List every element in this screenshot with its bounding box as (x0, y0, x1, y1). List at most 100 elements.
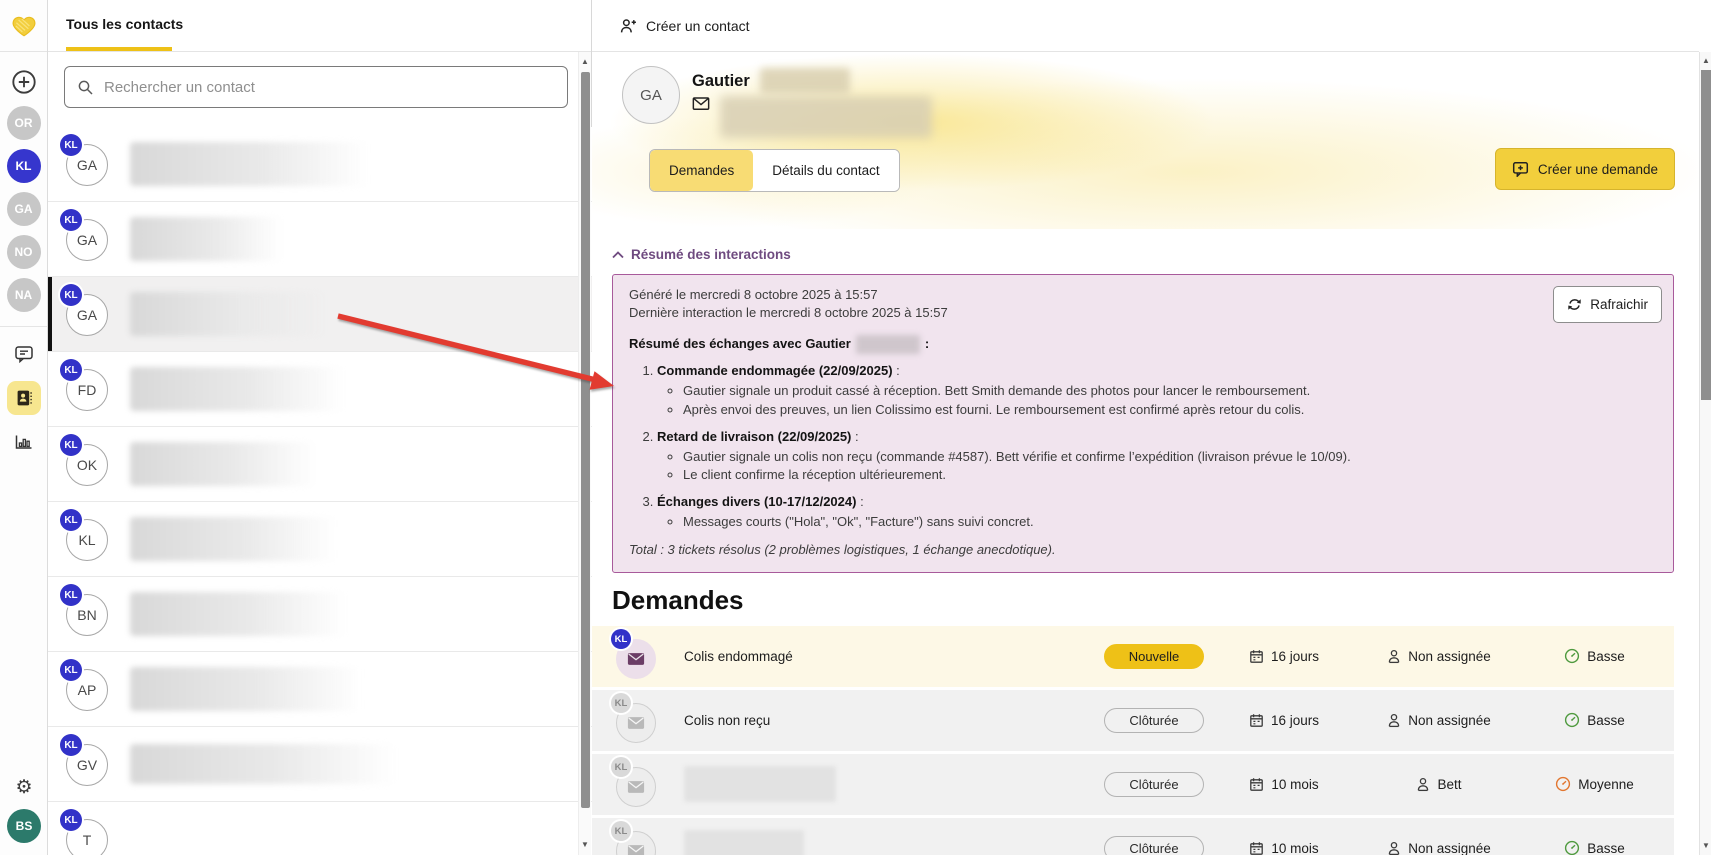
rail-tools (0, 337, 47, 459)
contact-avatar: GA KL (64, 140, 112, 188)
app-logo[interactable] (0, 0, 47, 52)
redacted-contact-name (130, 667, 362, 711)
workspace-avatar[interactable]: NO (7, 235, 41, 269)
left-rail: OR KL GA NO NA (0, 0, 48, 855)
redacted-contact-name (130, 442, 316, 486)
chat-bubble-icon (14, 345, 34, 363)
summary-bullet-list: Gautier signale un produit cassé à récep… (657, 382, 1657, 420)
bar-chart-icon (14, 433, 34, 451)
summary-item: Échanges divers (10-17/12/2024) : Messag… (657, 493, 1657, 532)
priority-gauge-icon (1555, 776, 1571, 792)
request-title (684, 766, 1089, 802)
summary-item-list: Commande endommagée (22/09/2025) : Gauti… (629, 362, 1657, 532)
person-icon (1416, 777, 1430, 792)
contact-avatar: T KL (64, 815, 112, 855)
request-assignee-cell: Non assignée (1349, 649, 1529, 664)
tab-all-contacts[interactable]: Tous les contacts (66, 16, 183, 32)
add-workspace-button[interactable] (10, 68, 38, 96)
contact-search-box (64, 66, 568, 108)
owner-badge: KL (60, 659, 82, 681)
request-assignee: Non assignée (1408, 841, 1491, 855)
scroll-up-arrow[interactable]: ▲ (1700, 56, 1711, 66)
request-age: 16 jours (1271, 713, 1319, 728)
summary-generated-at: Généré le mercredi 8 octobre 2025 à 15:5… (629, 286, 1657, 305)
contact-list-item[interactable]: OK KL (48, 427, 626, 502)
contact-avatar: GA KL (64, 290, 112, 338)
request-row[interactable]: KL Clôturée (592, 754, 1674, 815)
scrollbar-thumb[interactable] (581, 72, 590, 808)
priority-gauge-icon (1564, 840, 1580, 855)
workspace-avatar[interactable]: OR (7, 106, 41, 140)
redacted-contact-name (130, 517, 336, 561)
summary-bullet: Gautier signale un produit cassé à récep… (683, 382, 1657, 401)
contact-list-item[interactable]: GA KL (48, 127, 626, 202)
redacted-email (720, 96, 932, 138)
contact-detail-tabs: Demandes Détails du contact (649, 149, 900, 192)
owner-badge: KL (60, 809, 82, 831)
summary-heading-colon: : (925, 335, 929, 354)
rail-divider (0, 326, 47, 327)
request-priority: Moyenne (1578, 777, 1634, 792)
contact-avatar: OK KL (64, 440, 112, 488)
window-scrollbar[interactable]: ▲ ▼ (1699, 52, 1711, 855)
settings-gear-icon[interactable]: ⚙ (15, 778, 32, 797)
workspace-avatar[interactable]: NA (7, 278, 41, 312)
conversations-nav-button[interactable] (7, 337, 41, 371)
owner-badge: KL (60, 584, 82, 606)
contact-email-row (692, 96, 932, 138)
person-icon (1387, 713, 1401, 728)
refresh-button[interactable]: Rafraichir (1553, 286, 1662, 324)
scroll-down-arrow[interactable]: ▼ (579, 840, 591, 850)
create-contact-button[interactable]: Créer un contact (646, 18, 750, 34)
contact-list-item[interactable]: GA KL (48, 277, 626, 352)
owner-badge: KL (60, 284, 82, 306)
summary-bullet: Gautier signale un colis non reçu (comma… (683, 448, 1657, 467)
request-channel-avatar: KL (614, 633, 660, 679)
scroll-down-arrow[interactable]: ▼ (1700, 841, 1711, 851)
summary-item-colon: : (851, 429, 858, 444)
tab-contact-details[interactable]: Détails du contact (753, 150, 898, 191)
request-row[interactable]: KL Colis non reçu Clôturée (592, 690, 1674, 751)
contact-list-item[interactable]: AP KL (48, 652, 626, 727)
contact-list-item[interactable]: BN KL (48, 577, 626, 652)
interaction-summary-toggle[interactable]: Résumé des interactions (612, 247, 791, 262)
workspace-avatar[interactable]: GA (7, 192, 41, 226)
workspace-avatar[interactable]: KL (7, 149, 41, 183)
contact-list-item[interactable]: FD KL (48, 352, 626, 427)
request-age: 10 mois (1271, 777, 1318, 792)
status-badge: Clôturée (1104, 836, 1204, 855)
contact-list-scrollbar[interactable]: ▲ ▼ (578, 52, 591, 855)
scroll-up-arrow[interactable]: ▲ (579, 57, 591, 67)
contact-list-item[interactable]: GV KL (48, 727, 626, 802)
summary-item: Commande endommagée (22/09/2025) : Gauti… (657, 362, 1657, 420)
contact-avatar: GA KL (64, 215, 112, 263)
contact-list-item[interactable]: KL KL (48, 502, 626, 577)
heart-logo-icon (11, 14, 37, 38)
contacts-nav-button[interactable] (7, 381, 41, 415)
request-priority: Basse (1587, 713, 1625, 728)
tab-requests[interactable]: Demandes (650, 150, 753, 191)
request-title-text: Colis non reçu (684, 713, 770, 728)
contact-list-item[interactable]: GA KL (48, 202, 626, 277)
refresh-icon (1567, 297, 1582, 312)
person-plus-icon (620, 18, 637, 34)
contact-detail-panel: Créer un contact GA Gautier Demandes Dét (592, 0, 1699, 855)
create-request-button[interactable]: Créer une demande (1495, 148, 1675, 190)
request-status-cell: Nouvelle (1089, 644, 1219, 669)
summary-item-title: Retard de livraison (22/09/2025) (657, 429, 851, 444)
request-age-cell: 10 mois (1219, 841, 1349, 855)
summary-item-colon: : (893, 363, 900, 378)
summary-bullet-list: Messages courts ("Hola", "Ok", "Facture"… (657, 513, 1657, 532)
scrollbar-thumb[interactable] (1701, 70, 1711, 400)
search-input[interactable] (104, 79, 555, 96)
contact-list-item[interactable]: T KL (48, 802, 626, 855)
contact-avatar: AP KL (64, 665, 112, 713)
status-badge: Clôturée (1104, 772, 1204, 797)
statistics-nav-button[interactable] (7, 425, 41, 459)
request-row[interactable]: KL Colis endommagé Nouvelle (592, 626, 1674, 687)
request-assignee: Non assignée (1408, 649, 1491, 664)
current-user-avatar[interactable]: BS (7, 809, 41, 843)
calendar-icon (1249, 649, 1264, 664)
request-row[interactable]: KL Clôturée (592, 818, 1674, 855)
redacted-request-title (684, 766, 836, 802)
